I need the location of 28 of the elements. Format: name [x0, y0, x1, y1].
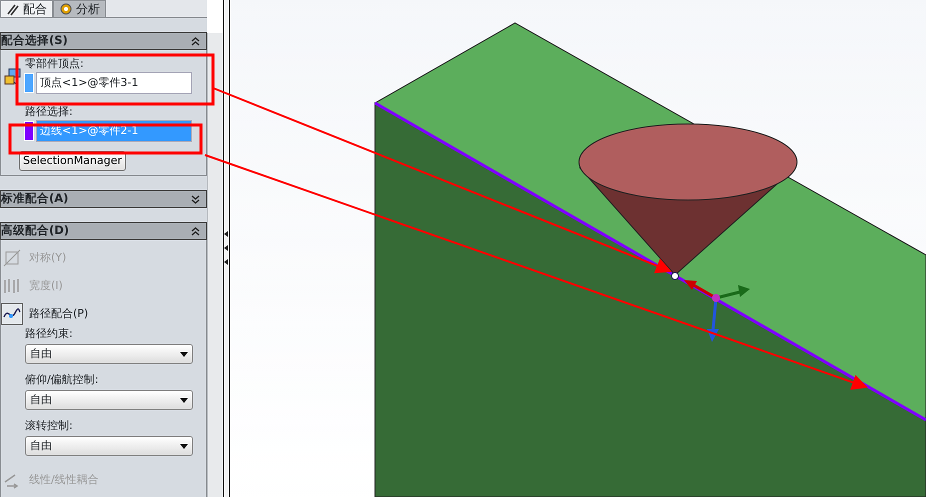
- caret-icon: [180, 444, 188, 448]
- collapse-icon[interactable]: [191, 226, 200, 236]
- dropdown-label: 路径约束:: [25, 328, 74, 340]
- dropdown[interactable]: 自由: [25, 436, 193, 456]
- field-label: 路径选择:: [25, 106, 74, 118]
- components-icon: [4, 68, 22, 86]
- scrollbar[interactable]: [207, 33, 223, 497]
- panel-splitter[interactable]: [223, 0, 230, 497]
- tab[interactable]: 分析: [53, 0, 106, 17]
- section-header[interactable]: 标准配合(A): [0, 190, 207, 208]
- section-title: 高级配合(D): [1, 222, 70, 240]
- section-title: 标准配合(A): [1, 190, 68, 208]
- tab[interactable]: 配合: [0, 0, 53, 17]
- caret-icon: [180, 398, 188, 402]
- field-label: 零部件顶点:: [25, 58, 85, 70]
- section-title: 配合选择(S): [1, 32, 68, 50]
- section-header[interactable]: 配合选择(S): [0, 32, 207, 50]
- expand-icon[interactable]: [191, 194, 200, 204]
- dropdown[interactable]: 自由: [25, 390, 193, 410]
- dropdown-label: 俯仰/偏航控制:: [25, 374, 100, 386]
- dropdown-label: 滚转控制:: [25, 420, 74, 432]
- collapse-icon[interactable]: [191, 36, 200, 46]
- dropdown[interactable]: 自由: [25, 344, 193, 364]
- section-header[interactable]: 高级配合(D): [0, 222, 207, 240]
- selection-field[interactable]: 顶点<1>@零件3-1: [36, 72, 192, 94]
- mate-option[interactable]: 路径配合(P): [29, 306, 88, 322]
- path-mate-icon[interactable]: [1, 303, 23, 325]
- caret-icon: [180, 352, 188, 356]
